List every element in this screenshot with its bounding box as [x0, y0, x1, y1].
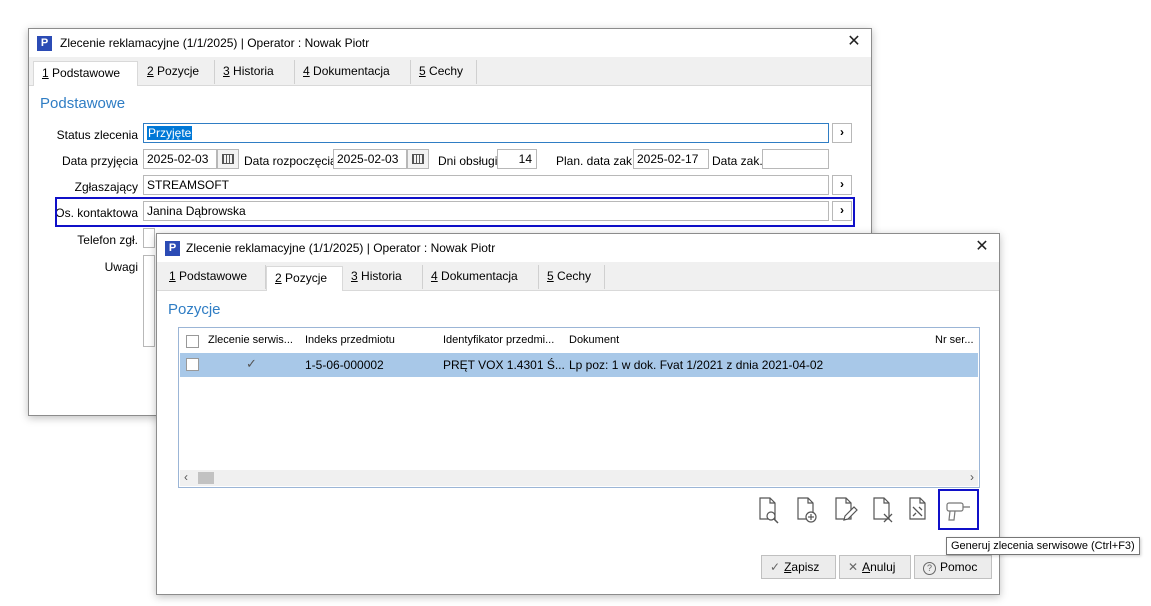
drill-icon[interactable] [944, 495, 972, 525]
data-rozpoczecia-field[interactable]: 2025-02-03 [333, 149, 407, 169]
telefon-field[interactable] [143, 228, 155, 248]
data-zak-label: Data zak. [712, 154, 763, 168]
cell-identyfikator: PRĘT VOX 1.4301 Ś... [443, 358, 565, 372]
front-window-titlebar: P Zlecenie reklamacyjne (1/1/2025) | Ope… [157, 234, 999, 262]
tab-podstawowe[interactable]: 1 Podstawowe [33, 61, 138, 86]
column-header-zlecenie[interactable]: Zlecenie serwis... [208, 334, 293, 346]
scroll-left-icon[interactable]: ‹ [184, 470, 188, 484]
close-icon: ✕ [848, 560, 859, 574]
data-przyjecia-field[interactable]: 2025-02-03 [143, 149, 217, 169]
back-tabbar: 1 Podstawowe 2 Pozycje 3 Historia 4 Doku… [29, 57, 871, 86]
dni-obslugi-label: Dni obsługi [438, 154, 498, 168]
zglaszajacy-select-button[interactable]: › [832, 175, 852, 195]
column-header-indeks[interactable]: Indeks przedmiotu [305, 334, 395, 346]
app-logo-icon: P [165, 241, 180, 256]
scroll-thumb[interactable] [198, 472, 214, 484]
document-delete-icon[interactable] [869, 495, 897, 525]
calendar-icon[interactable] [407, 149, 429, 169]
os-kontaktowa-highlight [55, 197, 855, 227]
status-field[interactable]: Przyjęte [143, 123, 829, 143]
status-select-button[interactable]: › [832, 123, 852, 143]
tab-pozycje[interactable]: 2 Pozycje [139, 60, 215, 84]
save-button[interactable]: ✓ Zapisz [761, 555, 836, 579]
section-title: Pozycje [168, 301, 221, 318]
help-button[interactable]: ? Pomoc [914, 555, 992, 579]
data-zak-field[interactable] [762, 149, 829, 169]
check-icon: ✓ [770, 560, 781, 574]
horizontal-scrollbar[interactable]: ‹ › [180, 470, 978, 486]
column-header-dokument[interactable]: Dokument [569, 334, 619, 346]
dni-obslugi-field[interactable]: 14 [497, 149, 537, 169]
column-header-identyfikator[interactable]: Identyfikator przedmi... [443, 334, 554, 346]
select-all-checkbox[interactable] [186, 335, 199, 348]
tooltip: Generuj zlecenia serwisowe (Ctrl+F3) [946, 537, 1140, 555]
data-przyjecia-label: Data przyjęcia [61, 154, 138, 168]
close-icon[interactable]: ✕ [973, 238, 991, 256]
document-edit-icon[interactable] [831, 495, 859, 525]
front-window: P Zlecenie reklamacyjne (1/1/2025) | Ope… [156, 233, 1000, 595]
document-settings-icon[interactable] [905, 495, 933, 525]
telefon-label: Telefon zgł. [77, 233, 138, 247]
document-add-icon[interactable] [793, 495, 821, 525]
tab-dokumentacja[interactable]: 4 Dokumentacja [423, 265, 539, 289]
tab-podstawowe[interactable]: 1 Podstawowe [161, 265, 266, 289]
tab-historia[interactable]: 3 Historia [215, 60, 295, 84]
table-row[interactable]: ✓ 1-5-06-000002 PRĘT VOX 1.4301 Ś... Lp … [180, 353, 978, 377]
back-window-titlebar: P Zlecenie reklamacyjne (1/1/2025) | Ope… [29, 29, 871, 57]
tab-cechy[interactable]: 5 Cechy [411, 60, 477, 84]
tab-dokumentacja[interactable]: 4 Dokumentacja [295, 60, 411, 84]
plan-data-zak-label: Plan. data zak. [556, 154, 636, 168]
tab-historia[interactable]: 3 Historia [343, 265, 423, 289]
front-tabbar: 1 Podstawowe 2 Pozycje 3 Historia 4 Doku… [157, 262, 999, 291]
app-logo-icon: P [37, 36, 52, 51]
tab-pozycje[interactable]: 2 Pozycje [266, 266, 343, 291]
section-title: Podstawowe [40, 95, 126, 112]
calendar-icon[interactable] [217, 149, 239, 169]
zglaszajacy-label: Zgłaszający [74, 180, 138, 194]
uwagi-field[interactable] [143, 255, 155, 347]
tab-cechy[interactable]: 5 Cechy [539, 265, 605, 289]
scroll-right-icon[interactable]: › [970, 470, 974, 484]
row-checkbox[interactable] [186, 358, 199, 371]
window-title: Zlecenie reklamacyjne (1/1/2025) | Opera… [186, 241, 496, 255]
zglaszajacy-field[interactable]: STREAMSOFT [143, 175, 829, 195]
status-label: Status zlecenia [56, 128, 138, 142]
document-preview-icon[interactable] [755, 495, 783, 525]
cell-indeks: 1-5-06-000002 [305, 358, 384, 372]
cancel-button[interactable]: ✕ Anuluj [839, 555, 911, 579]
help-icon: ? [923, 562, 936, 575]
data-rozpoczecia-label: Data rozpoczęcia [244, 154, 337, 168]
cell-zlecenie: ✓ [246, 356, 257, 371]
plan-data-zak-field[interactable]: 2025-02-17 [633, 149, 709, 169]
column-header-nr-ser[interactable]: Nr ser... [935, 334, 974, 346]
close-icon[interactable]: ✕ [845, 33, 863, 51]
positions-grid[interactable]: Zlecenie serwis... Indeks przedmiotu Ide… [178, 327, 980, 488]
cell-dokument: Lp poz: 1 w dok. Fvat 1/2021 z dnia 2021… [569, 358, 824, 372]
uwagi-label: Uwagi [104, 260, 138, 274]
window-title: Zlecenie reklamacyjne (1/1/2025) | Opera… [60, 36, 370, 50]
